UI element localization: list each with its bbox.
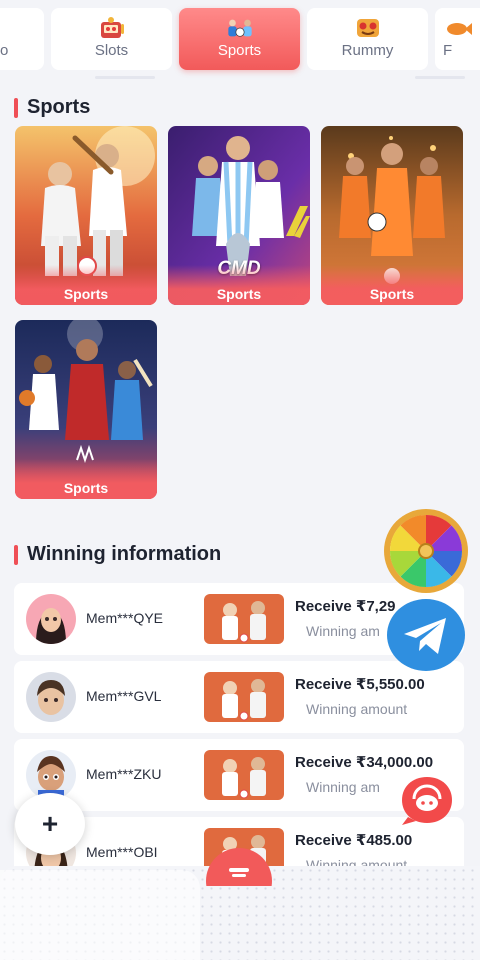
receive-amount: Receive ₹5,550.00 — [295, 676, 425, 693]
game-card-sports-2[interactable]: CMD Sports — [168, 126, 310, 305]
username: Mem***QYE — [86, 610, 164, 626]
game-thumbnail — [204, 750, 284, 800]
username: Mem***ZKU — [86, 766, 162, 782]
game-card-sports-4[interactable]: Sports — [15, 320, 157, 499]
category-tabs: o Slots Sports Rummy F — [0, 0, 480, 80]
add-button[interactable]: + — [15, 793, 85, 855]
lucky-wheel-icon[interactable] — [382, 507, 470, 595]
winning-amount-label: Winning am — [306, 623, 380, 639]
tab-rummy[interactable]: Rummy — [307, 8, 428, 70]
user-avatar — [26, 672, 76, 722]
receive-amount: Receive ₹485.00 — [295, 832, 413, 849]
tab-divider — [95, 76, 155, 79]
game-card-sports-3[interactable]: Sports — [321, 126, 463, 305]
game-thumbnail — [204, 594, 284, 644]
sports-section-header: Sports — [14, 96, 90, 119]
game-card-sports-1[interactable]: Sports — [15, 126, 157, 305]
tab-label: o — [0, 42, 9, 59]
tab-label: Slots — [94, 42, 129, 59]
fishing-icon — [447, 23, 472, 35]
rummy-icon — [356, 19, 379, 37]
user-avatar — [26, 594, 76, 644]
tab-fishing[interactable]: F — [435, 8, 480, 70]
card-label: Sports — [168, 265, 310, 305]
tab-truncated[interactable]: o — [0, 8, 44, 70]
card-label: Sports — [15, 459, 157, 499]
tab-label: F — [443, 42, 453, 59]
tab-divider — [415, 76, 465, 79]
receive-amount: Receive ₹34,000.00 — [295, 754, 434, 771]
section-accent-bar — [14, 544, 18, 565]
section-title: Sports — [27, 96, 91, 118]
tab-label: Sports — [217, 42, 262, 59]
card-label: Sports — [321, 265, 463, 305]
winning-amount-label: Winning am — [306, 779, 380, 795]
tab-label: Rummy — [341, 42, 394, 59]
username: Mem***OBI — [86, 844, 158, 860]
game-thumbnail — [204, 672, 284, 722]
section-accent-bar — [14, 97, 18, 118]
sports-icon — [227, 19, 252, 37]
winning-amount-label: Winning amount — [306, 701, 408, 717]
bottom-center-icon[interactable] — [204, 846, 274, 886]
slots-icon — [100, 17, 124, 38]
section-title: Winning information — [27, 543, 222, 565]
winning-row: Mem***ZKU Receive ₹34,000.00 Winning am — [14, 739, 464, 811]
telegram-icon[interactable] — [386, 598, 466, 672]
card-label: Sports — [15, 265, 157, 305]
tab-slots[interactable]: Slots — [51, 8, 172, 70]
tab-sports[interactable]: Sports — [179, 8, 300, 70]
customer-service-icon[interactable] — [398, 773, 456, 827]
winning-section-header: Winning information — [14, 543, 221, 566]
bottom-nav-panel — [0, 870, 200, 960]
receive-amount: Receive ₹7,29 — [295, 598, 396, 615]
username: Mem***GVL — [86, 688, 162, 704]
